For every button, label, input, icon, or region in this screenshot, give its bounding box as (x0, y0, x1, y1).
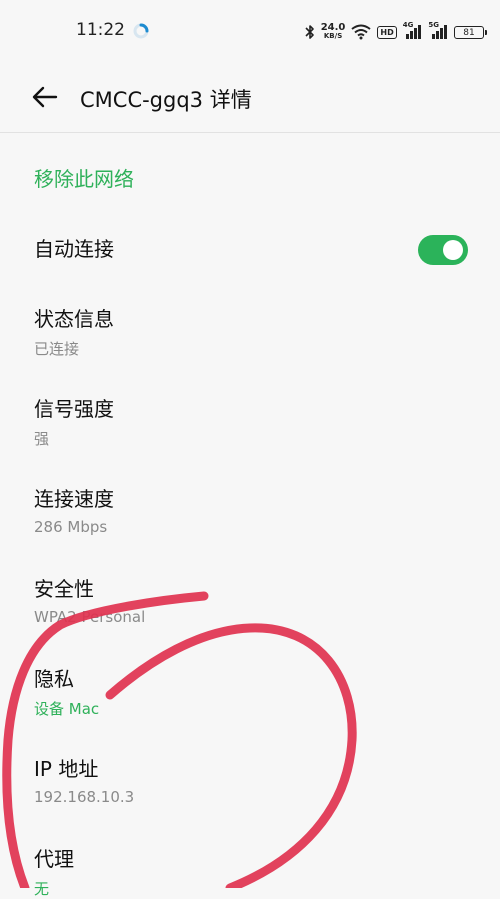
sim1-label: 4G (402, 21, 414, 29)
privacy-row[interactable]: 隐私 设备 Mac (34, 664, 474, 719)
hd-badge: HD (377, 25, 397, 39)
link-speed-row: 连接速度 286 Mbps (34, 484, 474, 536)
status-time: 11:22 (76, 20, 125, 40)
sim2-signal: 5G (428, 21, 448, 39)
toggle-knob (443, 240, 463, 260)
proxy-row[interactable]: 代理 无 (34, 844, 474, 899)
page-title: CMCC-ggq3 详情 (80, 88, 252, 112)
signal-strength-row: 信号强度 强 (34, 394, 474, 449)
auto-connect-row[interactable]: 自动连接 (34, 234, 474, 264)
auto-connect-toggle[interactable] (418, 235, 468, 265)
signal-strength-value: 强 (34, 430, 50, 448)
auto-connect-label: 自动连接 (34, 237, 114, 261)
ip-address-label: IP 地址 (34, 757, 99, 781)
back-arrow-icon[interactable] (30, 82, 60, 112)
bluetooth-icon (305, 25, 314, 39)
loading-circle-icon (133, 23, 149, 39)
wifi-icon (351, 24, 372, 40)
battery-level: 81 (463, 27, 475, 38)
status-icons: 24.0 KB/S HD 4G 5G 81 (305, 20, 487, 44)
status-bar: 11:22 24.0 KB/S HD 4G 5G 81 (0, 0, 500, 64)
status-info-label: 状态信息 (34, 307, 114, 331)
security-value: WPA2 Personal (34, 608, 146, 626)
privacy-label: 隐私 (34, 667, 74, 691)
remove-network-button[interactable]: 移除此网络 (34, 163, 134, 192)
security-row: 安全性 WPA2 Personal (34, 574, 474, 626)
security-label: 安全性 (34, 577, 94, 601)
status-info-value: 已连接 (34, 340, 80, 358)
network-speed-unit: KB/S (323, 32, 343, 40)
network-speed: 24.0 KB/S (321, 23, 346, 41)
ip-address-value: 192.168.10.3 (34, 788, 135, 806)
page-header: CMCC-ggq3 详情 (0, 64, 500, 133)
battery-icon: 81 (454, 25, 487, 39)
sim2-label: 5G (428, 21, 439, 29)
proxy-label: 代理 (34, 847, 74, 871)
network-speed-value: 24.0 (320, 22, 346, 33)
link-speed-label: 连接速度 (34, 487, 114, 511)
link-speed-value: 286 Mbps (34, 518, 108, 536)
ip-address-row: IP 地址 192.168.10.3 (34, 754, 474, 806)
status-info-row: 状态信息 已连接 (34, 304, 474, 359)
sim1-signal: 4G (403, 21, 423, 39)
proxy-value[interactable]: 无 (34, 878, 474, 899)
privacy-value[interactable]: 设备 Mac (34, 698, 474, 719)
signal-strength-label: 信号强度 (34, 397, 114, 421)
